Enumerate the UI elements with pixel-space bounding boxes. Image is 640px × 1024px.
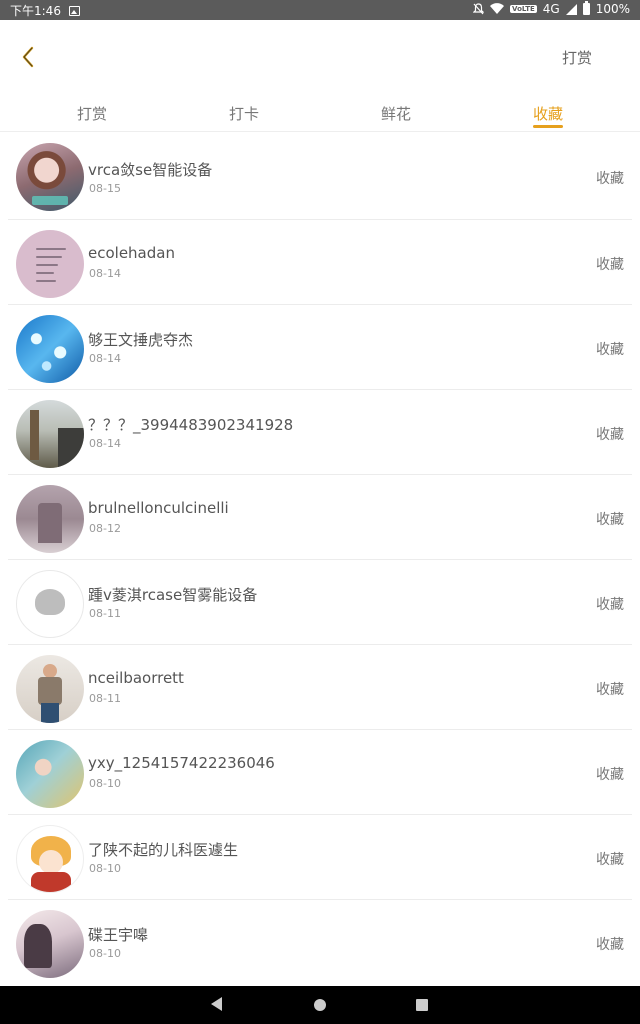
list-item[interactable]: ？？？_3994483902341928 08-14 收藏 xyxy=(8,390,632,475)
nav-back-icon[interactable] xyxy=(211,997,222,1011)
reward-button[interactable]: 打赏 xyxy=(562,47,592,68)
tab-bar: 打赏 打卡 鲜花 收藏 xyxy=(0,92,640,132)
item-type-label: 收藏 xyxy=(596,682,624,698)
avatar[interactable] xyxy=(16,230,84,298)
item-type-label: 收藏 xyxy=(596,512,624,528)
item-date: 08-11 xyxy=(89,692,121,705)
user-name: brulnellonculcinelli xyxy=(88,499,229,517)
gallery-icon xyxy=(68,5,80,16)
list-item[interactable]: 够王文捶虎夺杰 08-14 收藏 xyxy=(8,305,632,390)
user-name: ？？？_3994483902341928 xyxy=(88,416,294,434)
user-name: nceilbaorrett xyxy=(88,669,184,687)
item-type-label: 收藏 xyxy=(596,257,624,273)
list-item[interactable]: ecolehadan 08-14 收藏 xyxy=(8,220,632,305)
avatar[interactable] xyxy=(16,570,84,638)
avatar[interactable] xyxy=(16,315,84,383)
status-bar: 下午1:46 VoLTE 4G 100% xyxy=(0,0,640,20)
item-date: 08-15 xyxy=(89,182,121,195)
list-item[interactable]: 踵v菱淇rcase智雾能设备 08-11 收藏 xyxy=(8,560,632,645)
tab-favorites[interactable]: 收藏 xyxy=(472,92,624,132)
avatar[interactable] xyxy=(16,740,84,808)
mute-icon xyxy=(473,3,485,15)
tab-checkin[interactable]: 打卡 xyxy=(168,92,320,132)
item-type-label: 收藏 xyxy=(596,597,624,613)
item-type-label: 收藏 xyxy=(596,767,624,783)
signal-icon xyxy=(565,3,577,15)
item-date: 08-10 xyxy=(89,947,121,960)
network-type: 4G xyxy=(542,2,560,16)
nav-home-icon[interactable] xyxy=(314,999,326,1011)
tab-reward[interactable]: 打赏 xyxy=(16,92,168,132)
item-type-label: 收藏 xyxy=(596,171,624,187)
battery-percent: 100% xyxy=(595,2,630,16)
avatar[interactable] xyxy=(16,910,84,978)
volte-badge: VoLTE xyxy=(510,5,537,13)
user-name: 碟王宇嗥 xyxy=(88,926,149,944)
list-item[interactable]: 了陕不起的儿科医遽生 08-10 收藏 xyxy=(8,815,632,900)
header: 打赏 xyxy=(0,20,640,92)
item-date: 08-14 xyxy=(89,352,121,365)
list-item[interactable]: vrca敛se智能设备 08-15 收藏 xyxy=(8,132,632,220)
item-type-label: 收藏 xyxy=(596,852,624,868)
list-item[interactable]: 碟王宇嗥 08-10 收藏 xyxy=(8,900,632,985)
tab-flowers[interactable]: 鲜花 xyxy=(320,92,472,132)
item-date: 08-14 xyxy=(89,267,121,280)
item-date: 08-10 xyxy=(89,862,121,875)
list-item[interactable]: nceilbaorrett 08-11 收藏 xyxy=(8,645,632,730)
list-item[interactable]: brulnellonculcinelli 08-12 收藏 xyxy=(8,475,632,560)
avatar[interactable] xyxy=(16,655,84,723)
system-nav-bar xyxy=(0,986,640,1024)
user-name: yxy_1254157422236046 xyxy=(88,754,275,772)
item-date: 08-14 xyxy=(89,437,121,450)
avatar[interactable] xyxy=(16,400,84,468)
status-time: 下午1:46 xyxy=(10,4,61,18)
user-name: ecolehadan xyxy=(88,244,175,262)
user-name: 够王文捶虎夺杰 xyxy=(88,331,194,349)
favorites-list: vrca敛se智能设备 08-15 收藏 ecolehadan 08-14 收藏… xyxy=(0,132,640,986)
item-date: 08-11 xyxy=(89,607,121,620)
item-date: 08-10 xyxy=(89,777,121,790)
user-name: 踵v菱淇rcase智雾能设备 xyxy=(88,586,258,604)
nav-recents-icon[interactable] xyxy=(416,999,428,1011)
avatar[interactable] xyxy=(16,825,84,893)
user-name: 了陕不起的儿科医遽生 xyxy=(88,841,239,859)
user-name: vrca敛se智能设备 xyxy=(88,161,213,179)
item-date: 08-12 xyxy=(89,522,121,535)
list-item[interactable]: yxy_1254157422236046 08-10 收藏 xyxy=(8,730,632,815)
item-type-label: 收藏 xyxy=(596,427,624,443)
chevron-left-icon xyxy=(22,46,34,68)
item-type-label: 收藏 xyxy=(596,342,624,358)
avatar[interactable] xyxy=(16,143,84,211)
battery-icon xyxy=(582,1,590,15)
item-type-label: 收藏 xyxy=(596,937,624,953)
wifi-icon xyxy=(490,3,505,15)
avatar[interactable] xyxy=(16,485,84,553)
back-button[interactable] xyxy=(14,42,42,72)
